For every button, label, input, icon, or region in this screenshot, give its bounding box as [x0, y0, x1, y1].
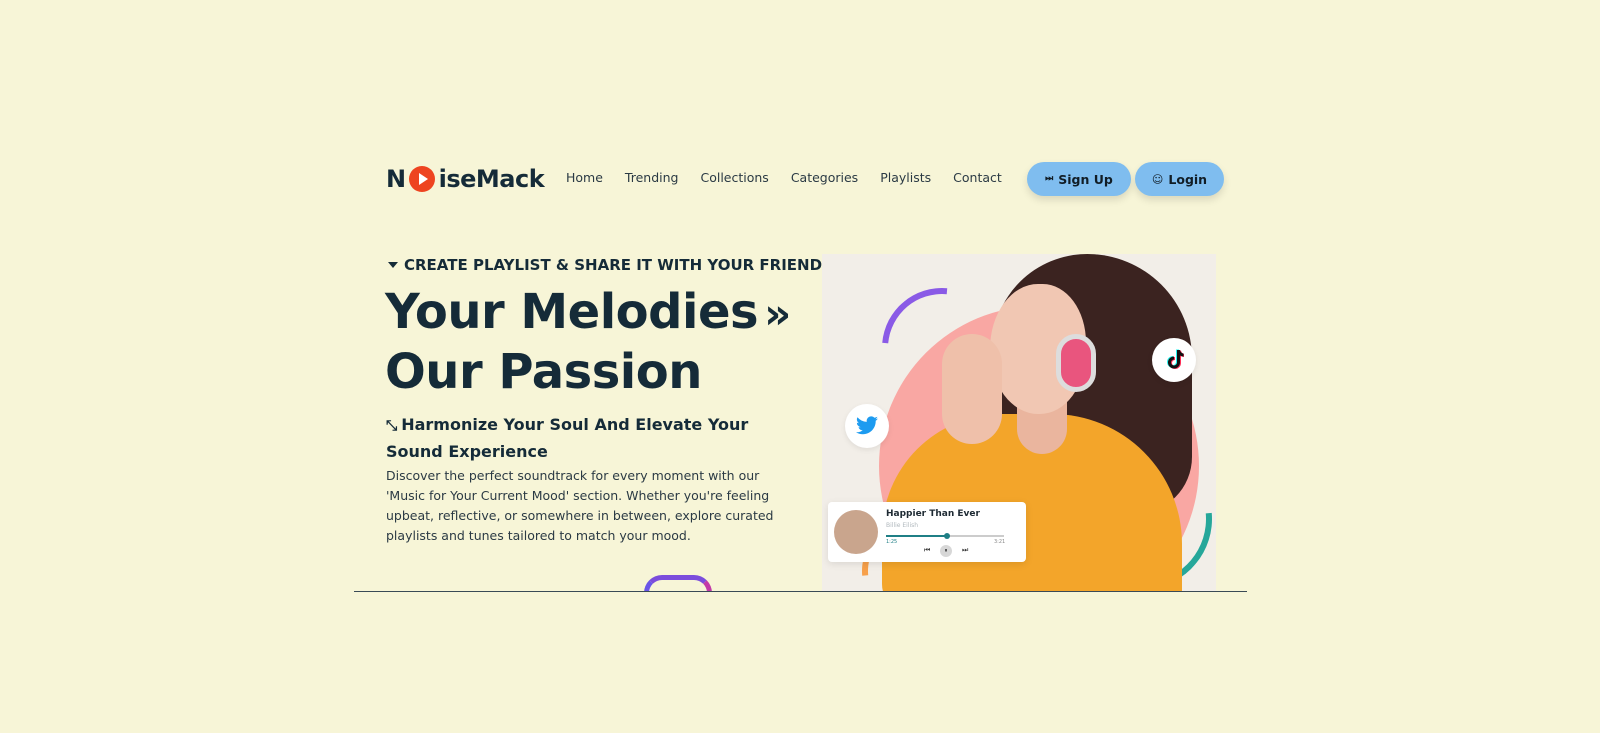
song-title: Happier Than Ever — [886, 509, 980, 519]
user-icon: ☺ — [1151, 172, 1164, 186]
signup-label: Sign Up — [1058, 171, 1113, 187]
duration-time: 3:21 — [994, 539, 1006, 545]
expand-icon: ⤡ — [386, 418, 398, 434]
login-button[interactable]: ☺ Login — [1135, 162, 1224, 196]
hero-description: Discover the perfect soundtrack for ever… — [386, 468, 774, 543]
headphones — [1056, 334, 1096, 392]
hero-title-line1: Your Melodies — [385, 284, 759, 340]
play-icon — [408, 166, 435, 192]
main-nav: Home Trending Collections Categories Pla… — [566, 170, 1024, 185]
progress-knob[interactable] — [944, 533, 951, 539]
nav-item-home[interactable]: Home — [566, 170, 603, 185]
tiktok-note-icon — [1167, 349, 1184, 369]
instagram-icon[interactable] — [644, 575, 712, 592]
hero-title: Your Melodies» Our Passion — [385, 283, 791, 401]
twitter-icon[interactable] — [845, 404, 889, 448]
double-chevron-icon: » — [764, 289, 791, 338]
hero-subtitle: ⤡ Harmonize Your Soul And Elevate Your So… — [386, 412, 786, 464]
signup-button[interactable]: ⏭ Sign Up — [1027, 162, 1131, 196]
hero-kicker: CREATE PLAYLIST & SHARE IT WITH YOUR FRI… — [388, 256, 833, 274]
nav-item-playlists[interactable]: Playlists — [880, 170, 931, 185]
subtitle-text: Harmonize Your Soul And Elevate Your Sou… — [386, 415, 749, 461]
tiktok-icon[interactable] — [1152, 338, 1196, 382]
hero-title-line2: Our Passion — [385, 344, 702, 400]
progress-fill — [886, 535, 948, 537]
login-label: Login — [1168, 171, 1208, 187]
elapsed-time: 1:25 — [886, 539, 898, 545]
nav-item-trending[interactable]: Trending — [625, 170, 679, 185]
nav-item-categories[interactable]: Categories — [791, 170, 858, 185]
music-player-card[interactable]: Happier Than Ever Billie Eilish 1:25 3:2… — [828, 502, 1026, 562]
nav-item-collections[interactable]: Collections — [700, 170, 768, 185]
next-icon[interactable]: ⏭ — [962, 546, 968, 555]
nav-item-contact[interactable]: Contact — [953, 170, 1002, 185]
progress-track[interactable] — [886, 533, 1004, 539]
kicker-text: CREATE PLAYLIST & SHARE IT WITH YOUR FRI… — [404, 256, 833, 274]
artist-name: Billie Eilish — [886, 522, 919, 529]
brand-prefix: N — [386, 165, 406, 193]
pause-icon[interactable]: ⏸ — [940, 545, 952, 557]
twitter-bird-icon — [856, 416, 878, 435]
bottom-divider — [354, 591, 1247, 592]
signup-icon: ⏭ — [1045, 174, 1054, 184]
brand-logo[interactable]: N iseMack — [386, 163, 545, 195]
brand-suffix: iseMack — [438, 165, 545, 193]
previous-icon[interactable]: ⏮ — [924, 546, 930, 555]
woman-hand — [942, 334, 1002, 444]
hero-image: Happier Than Ever Billie Eilish 1:25 3:2… — [822, 254, 1216, 592]
caret-down-icon — [388, 262, 398, 268]
page-frame: N iseMack Home Trending Collections Cate… — [354, 0, 1247, 592]
album-art — [834, 510, 878, 554]
